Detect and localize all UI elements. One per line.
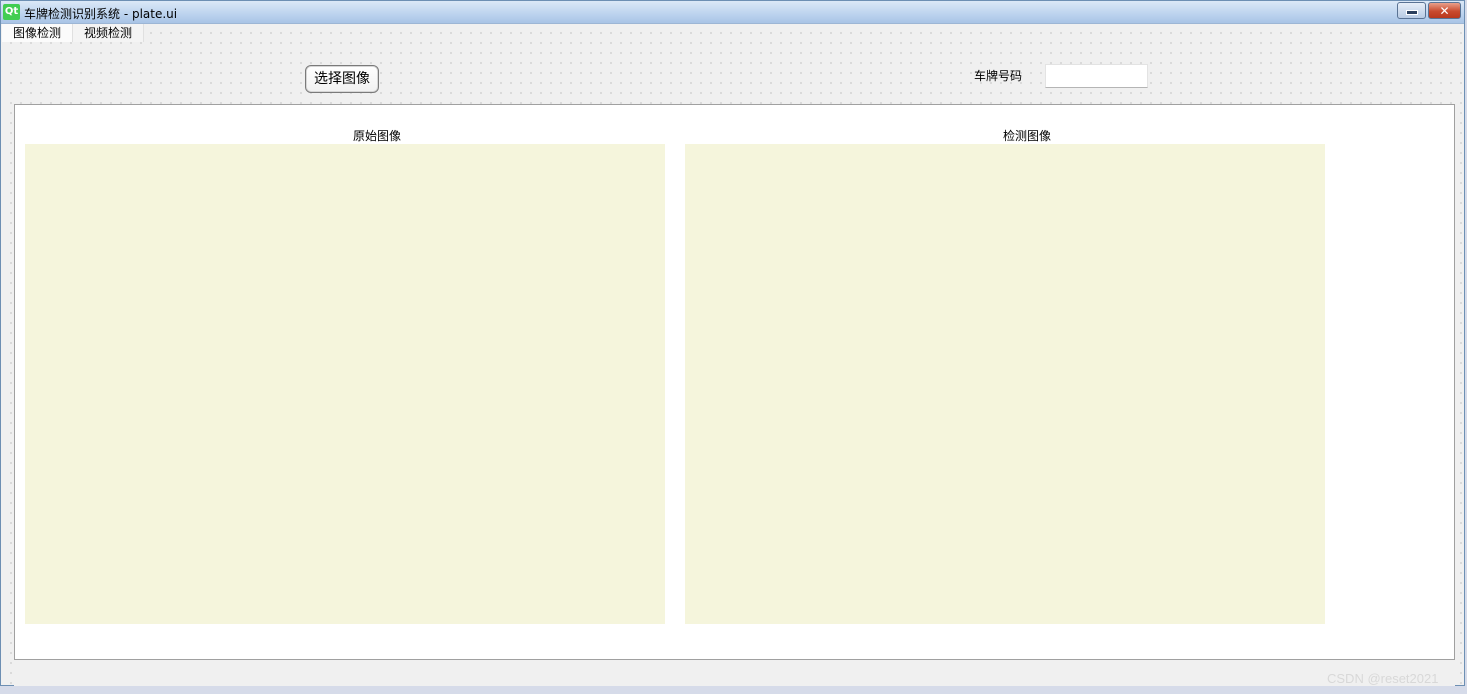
main-window: Qt 车牌检测识别系统 - plate.ui ✕ 图像检测 视频检测 选择图像 …: [0, 0, 1465, 686]
minimize-icon: [1405, 10, 1418, 15]
detected-image-caption: 检测图像: [1003, 129, 1052, 143]
original-image-caption: 原始图像: [353, 129, 402, 143]
title-bar[interactable]: Qt 车牌检测识别系统 - plate.ui ✕: [1, 1, 1464, 24]
qt-logo-icon: Qt: [3, 4, 20, 20]
minimize-button[interactable]: [1397, 2, 1426, 19]
bottom-strip: [14, 660, 1455, 686]
select-image-button[interactable]: 选择图像: [305, 65, 379, 93]
designer-form-area: 图像检测 视频检测 选择图像 车牌号码 原始图像 检测图像: [2, 24, 1463, 686]
tab-bar: 图像检测 视频检测: [2, 24, 145, 43]
close-icon: ✕: [1439, 3, 1450, 18]
close-button[interactable]: ✕: [1428, 2, 1461, 19]
image-panel: 原始图像 检测图像: [14, 104, 1455, 660]
plate-number-label: 车牌号码: [974, 69, 1023, 83]
watermark-text: CSDN @reset2021: [1327, 671, 1439, 686]
tab-image-detection[interactable]: 图像检测: [2, 24, 74, 42]
tab-video-detection[interactable]: 视频检测: [73, 24, 145, 42]
original-image-view: [25, 144, 665, 624]
plate-number-field[interactable]: [1045, 64, 1148, 88]
detected-image-view: [685, 144, 1325, 624]
window-title: 车牌检测识别系统 - plate.ui: [24, 7, 178, 21]
